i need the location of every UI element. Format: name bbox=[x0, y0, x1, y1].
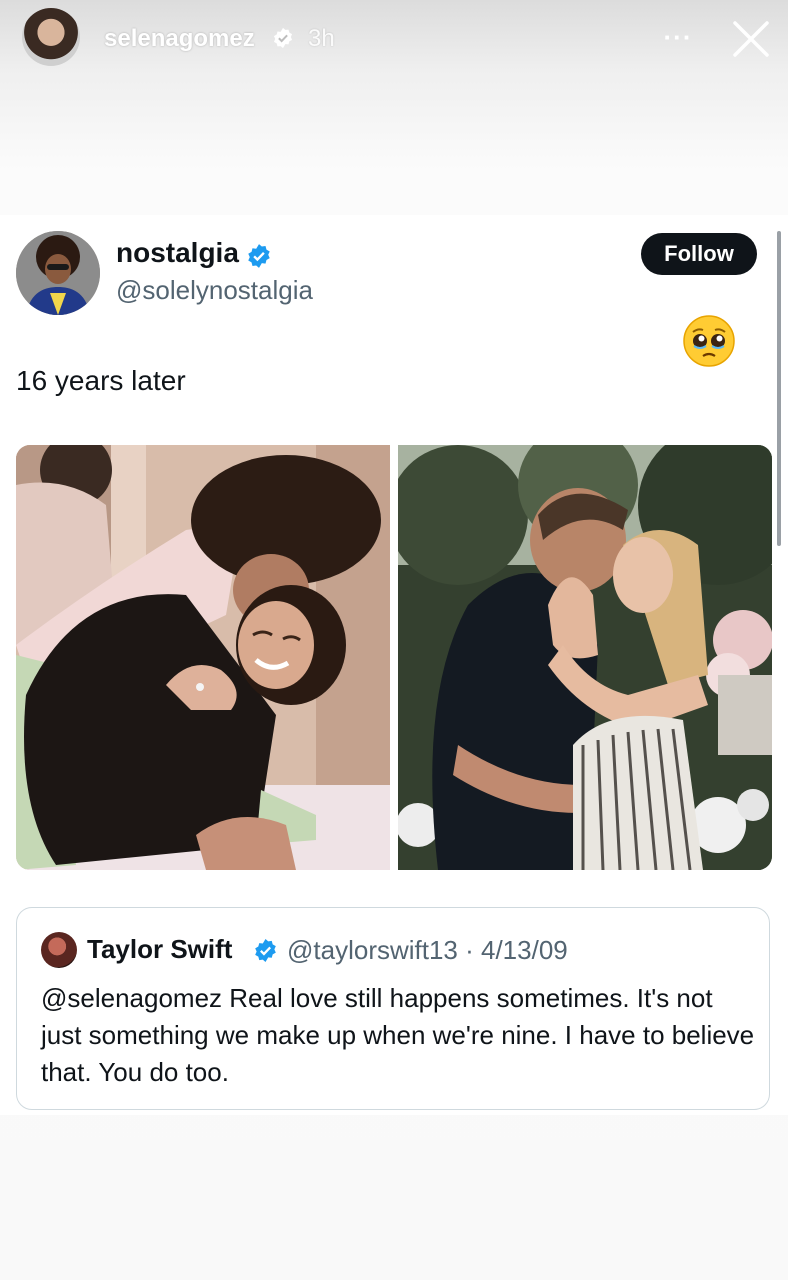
tweet-avatar[interactable] bbox=[16, 231, 100, 315]
quoted-handle-date[interactable]: @taylorswift13 · 4/13/09 bbox=[287, 935, 568, 966]
verified-icon bbox=[255, 939, 276, 962]
verified-icon bbox=[248, 244, 270, 268]
verified-icon bbox=[273, 27, 293, 49]
close-icon[interactable] bbox=[730, 18, 772, 60]
quoted-avatar[interactable] bbox=[41, 932, 77, 968]
story-header: selenagomez 3h ··· bbox=[0, 0, 788, 80]
scrollbar[interactable] bbox=[777, 231, 781, 546]
quoted-display-name[interactable]: Taylor Swift bbox=[87, 934, 232, 965]
tweet-photo-left[interactable] bbox=[16, 445, 390, 870]
tweet-handle[interactable]: @solelynostalgia bbox=[116, 275, 313, 306]
story-avatar[interactable] bbox=[22, 8, 80, 66]
story-username[interactable]: selenagomez bbox=[104, 25, 255, 53]
tweet-text: 16 years later bbox=[16, 365, 186, 396]
quoted-text: @selenagomez Real love still happens som… bbox=[41, 983, 755, 1087]
tweet-photo-right[interactable] bbox=[398, 445, 772, 870]
story-time: 3h bbox=[308, 25, 335, 52]
pleading-face-emoji bbox=[681, 313, 737, 369]
quoted-tweet[interactable]: Taylor Swift @taylorswift13 · 4/13/09 @s… bbox=[16, 907, 770, 1110]
follow-button[interactable]: Follow bbox=[641, 233, 757, 275]
tweet-display-name[interactable]: nostalgia bbox=[116, 237, 239, 269]
more-options-button[interactable]: ··· bbox=[660, 22, 696, 58]
tweet-card: nostalgia @solelynostalgia Follow 16 yea… bbox=[0, 215, 788, 1115]
